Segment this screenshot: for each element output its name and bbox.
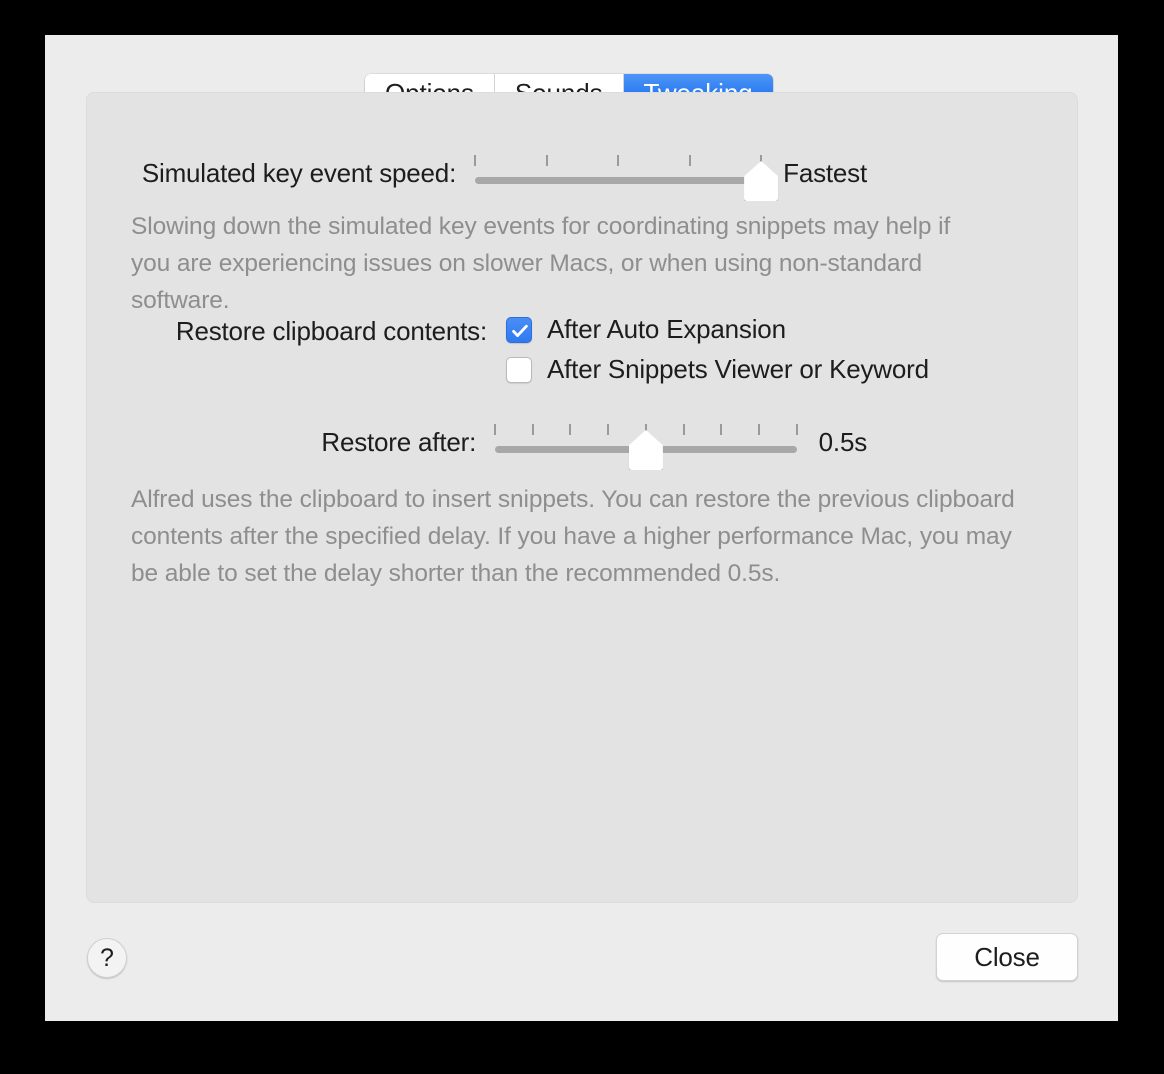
restore-after-label: Restore after: xyxy=(321,426,477,457)
slider-tick xyxy=(757,424,760,435)
key-speed-row: Simulated key event speed: Fastest xyxy=(87,151,867,201)
slider-tick xyxy=(795,424,798,435)
checkbox-row-after-snippets-viewer[interactable]: After Snippets Viewer or Keyword xyxy=(506,354,929,385)
restore-after-row: Restore after: 0.5s xyxy=(87,420,868,470)
checkbox-after-auto-expansion-label: After Auto Expansion xyxy=(547,314,786,344)
key-speed-label: Simulated key event speed: xyxy=(141,157,457,188)
key-speed-value: Fastest xyxy=(783,157,867,188)
restore-after-slider-thumb[interactable] xyxy=(628,430,663,470)
key-speed-slider-track[interactable] xyxy=(475,177,762,184)
slider-tick xyxy=(569,424,572,435)
help-button[interactable]: ? xyxy=(87,938,127,978)
key-speed-slider[interactable] xyxy=(474,151,779,201)
key-speed-help-text: Slowing down the simulated key events fo… xyxy=(131,213,951,314)
slider-tick xyxy=(494,424,497,435)
key-speed-slider-thumb[interactable] xyxy=(744,161,779,201)
tweaking-panel: Simulated key event speed: Fastest Slowi… xyxy=(86,92,1078,903)
close-button-label: Close xyxy=(974,941,1040,972)
checkbox-after-snippets-viewer-label: After Snippets Viewer or Keyword xyxy=(547,354,929,384)
slider-tick xyxy=(474,155,477,166)
restore-after-value: 0.5s xyxy=(818,426,868,457)
slider-tick xyxy=(607,424,610,435)
slider-tick xyxy=(545,155,548,166)
restore-after-slider[interactable] xyxy=(494,420,798,470)
restore-clipboard-label: Restore clipboard contents: xyxy=(175,316,487,346)
checkbox-after-auto-expansion[interactable] xyxy=(506,316,532,343)
help-button-label: ? xyxy=(100,943,114,972)
restore-after-help-text: Alfred uses the clipboard to insert snip… xyxy=(131,486,1015,587)
slider-tick xyxy=(531,424,534,435)
slider-tick xyxy=(720,424,723,435)
slider-tick xyxy=(688,155,691,166)
preferences-window: Options Sounds Tweaking Simulated key ev… xyxy=(45,35,1118,1021)
close-button[interactable]: Close xyxy=(936,933,1078,981)
checkbox-row-after-auto-expansion[interactable]: After Auto Expansion xyxy=(506,314,786,345)
checkbox-after-snippets-viewer-or-keyword[interactable] xyxy=(506,356,532,383)
slider-tick xyxy=(617,155,620,166)
checkmark-icon xyxy=(512,324,528,337)
slider-tick xyxy=(682,424,685,435)
key-speed-slider-ticks xyxy=(474,155,763,166)
